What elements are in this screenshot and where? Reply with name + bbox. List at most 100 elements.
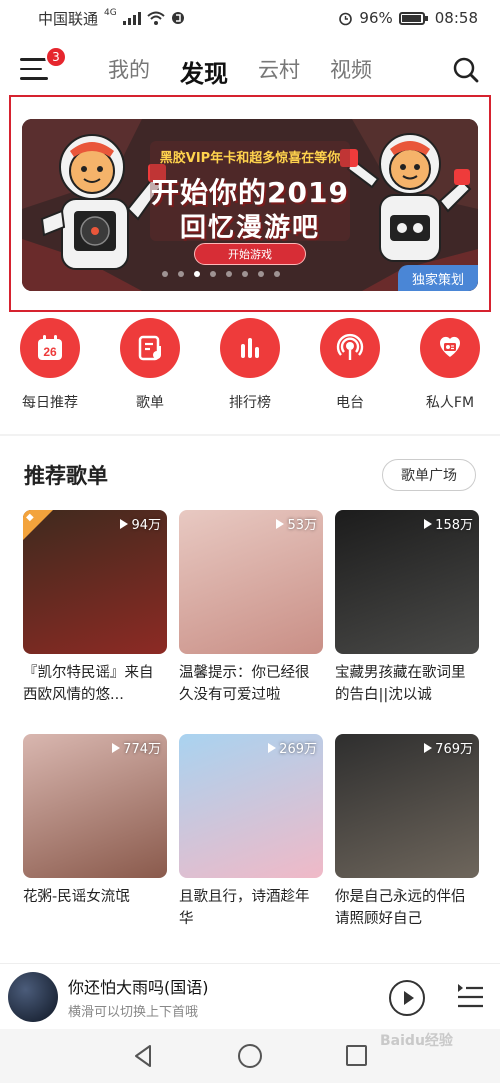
notification-icon <box>171 12 184 24</box>
clock: 08:58 <box>434 9 478 27</box>
play-count: 94万 <box>120 514 161 533</box>
playlist-title: 且歌且行，诗酒趁年华 <box>179 889 310 927</box>
pagination-dot <box>226 271 232 277</box>
playlist-card[interactable]: ◆ 94万 『凯尔特民谣』来自西欧风情的悠... <box>23 510 167 706</box>
banner-pagination <box>162 271 280 277</box>
pagination-dot <box>210 271 216 277</box>
section-title: 推荐歌单 <box>24 464 108 488</box>
signal-icon <box>122 11 141 25</box>
battery-icon <box>398 11 428 25</box>
chart-bars-icon <box>220 318 280 378</box>
main-tabs: 我的 发现 云村 视频 <box>108 54 372 89</box>
menu-badge: 3 <box>45 46 67 68</box>
top-header: 3 我的 发现 云村 视频 <box>0 46 500 96</box>
play-triangle-icon <box>120 518 129 529</box>
pagination-dot <box>242 271 248 277</box>
playlist-cover: ◆ 94万 <box>23 510 167 654</box>
battery-percent: 96% <box>359 9 393 27</box>
play-triangle-icon <box>268 742 277 753</box>
play-icon <box>403 991 414 1005</box>
play-triangle-icon <box>276 518 285 529</box>
play-count: 769万 <box>424 738 473 757</box>
promo-banner[interactable]: 黑胶VIP年卡和超多惊喜在等你 开始你的2019 回忆漫游吧 开始游戏 独家策划 <box>22 119 478 291</box>
shortcut-label: 排行榜 <box>229 395 271 411</box>
pagination-dot <box>274 271 280 277</box>
mini-player[interactable]: 你还怕大雨吗(国语) 横滑可以切换上下首哦 <box>0 963 500 1029</box>
pagination-dot <box>162 271 168 277</box>
play-triangle-icon <box>424 742 433 753</box>
shortcut-fm[interactable]: 私人FM <box>400 318 500 412</box>
play-count-value: 269万 <box>279 742 317 757</box>
play-count-value: 158万 <box>435 518 473 533</box>
home-icon[interactable] <box>238 1044 262 1068</box>
shortcut-charts[interactable]: 排行榜 <box>200 318 300 412</box>
pagination-dot <box>178 271 184 277</box>
playlist-cover: 53万 <box>179 510 323 654</box>
tab-community[interactable]: 云村 <box>258 54 300 89</box>
playlist-queue-icon[interactable] <box>456 982 484 1012</box>
play-count: 774万 <box>112 738 161 757</box>
playlist-card[interactable]: 158万 宝藏男孩藏在歌词里的告白||沈以诚 <box>335 510 479 706</box>
banner-subtitle: 黑胶VIP年卡和超多惊喜在等你 <box>159 151 341 166</box>
section-divider <box>0 434 500 436</box>
play-count: 158万 <box>424 514 473 533</box>
tab-video[interactable]: 视频 <box>330 54 372 89</box>
network-type: 4G <box>104 7 117 18</box>
play-triangle-icon <box>112 742 121 753</box>
banner-title-line2: 回忆漫游吧 <box>179 213 320 243</box>
radio-fm-icon <box>420 318 480 378</box>
shortcut-radio[interactable]: 电台 <box>300 318 400 412</box>
playlist-card[interactable]: 774万 花粥-民谣女流氓 <box>23 734 167 930</box>
play-count: 269万 <box>268 738 317 757</box>
tag-icon: ◆ <box>26 512 34 523</box>
carrier-label: 中国联通 <box>38 9 99 28</box>
pagination-dot <box>258 271 264 277</box>
playlist-title: 宝藏男孩藏在歌词里的告白||沈以诚 <box>335 665 466 703</box>
shortcut-label: 每日推荐 <box>22 395 78 411</box>
play-count-value: 774万 <box>123 742 161 757</box>
playlist-icon <box>120 318 180 378</box>
banner-title-line1: 开始你的2019 <box>151 176 349 209</box>
playlist-title: 花粥-民谣女流氓 <box>23 889 130 905</box>
playlist-square-button[interactable]: 歌单广场 <box>382 459 476 491</box>
playlist-card[interactable]: 269万 且歌且行，诗酒趁年华 <box>179 734 323 930</box>
shortcut-playlist[interactable]: 歌单 <box>100 318 200 412</box>
tab-mine[interactable]: 我的 <box>108 54 150 89</box>
now-playing-hint: 横滑可以切换上下首哦 <box>68 1005 199 1020</box>
shortcut-label: 歌单 <box>136 395 164 411</box>
recent-apps-icon[interactable] <box>346 1045 367 1066</box>
menu-icon[interactable] <box>20 58 48 82</box>
now-playing-title: 你还怕大雨吗(国语) <box>68 978 209 997</box>
playlist-cover: 269万 <box>179 734 323 878</box>
playlist-cover: 774万 <box>23 734 167 878</box>
playlist-card[interactable]: 53万 温馨提示：你已经很久没有可爱过啦 <box>179 510 323 706</box>
search-icon[interactable] <box>452 56 480 84</box>
album-art <box>8 972 58 1022</box>
shortcut-daily[interactable]: 26 每日推荐 <box>0 318 100 412</box>
calendar-icon: 26 <box>20 318 80 378</box>
pagination-dot <box>194 271 200 277</box>
shortcut-label: 私人FM <box>425 395 475 411</box>
playlist-cover: 158万 <box>335 510 479 654</box>
play-count-value: 769万 <box>435 742 473 757</box>
alarm-icon <box>339 12 353 25</box>
playlist-card[interactable]: 769万 你是自己永远的伴侣 请照顾好自己 <box>335 734 479 930</box>
status-bar: 中国联通 4G 96% 08:58 <box>0 0 500 36</box>
playlist-cover: 769万 <box>335 734 479 878</box>
play-triangle-icon <box>424 518 433 529</box>
start-game-button[interactable]: 开始游戏 <box>194 243 306 265</box>
exclusive-tag: 独家策划 <box>398 265 478 291</box>
wifi-icon <box>147 11 165 25</box>
play-count-value: 53万 <box>287 518 317 533</box>
playlist-title: 温馨提示：你已经很久没有可爱过啦 <box>179 665 310 703</box>
back-icon[interactable] <box>132 1044 154 1068</box>
play-count-value: 94万 <box>131 518 161 533</box>
play-count: 53万 <box>276 514 317 533</box>
play-button[interactable] <box>389 980 425 1016</box>
shortcut-row: 26 每日推荐 歌单 排行榜 电台 私人FM <box>0 318 500 413</box>
watermark: Baidu经验 <box>380 1033 453 1049</box>
playlist-title: 你是自己永远的伴侣 请照顾好自己 <box>335 889 466 927</box>
tab-discover[interactable]: 发现 <box>180 54 228 89</box>
playlist-title: 『凯尔特民谣』来自西欧风情的悠... <box>23 665 154 703</box>
shortcut-label: 电台 <box>336 395 364 411</box>
